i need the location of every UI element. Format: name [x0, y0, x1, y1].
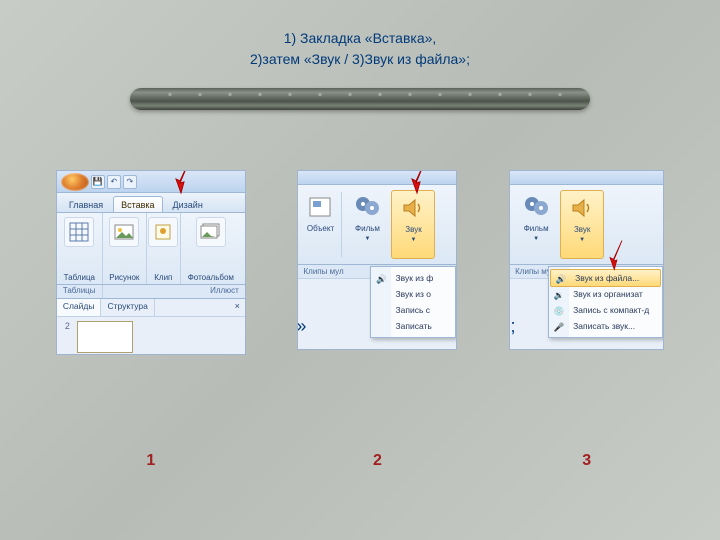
menu-sound-from-file[interactable]: 🔊Звук из файла... — [550, 269, 661, 287]
speaker-icon — [398, 193, 428, 223]
menu-record-from-cd[interactable]: Запись с — [371, 302, 455, 318]
ribbon-btn-album[interactable]: Фотоальбом — [181, 213, 241, 284]
speaker-icon — [567, 193, 597, 223]
step-number-1: 1 — [56, 452, 246, 470]
ribbon-btn-sound[interactable]: Звук▼ — [560, 190, 604, 259]
chevron-down-icon: ▼ — [365, 236, 371, 242]
step-numbers: 1 2 3 — [0, 452, 720, 470]
ribbon-btn-table[interactable]: Таблица — [57, 213, 103, 284]
instruction-title: 1) Закладка «Вставка», 2)затем «Звук / 3… — [0, 0, 720, 70]
screenshot-3: Фильм▼ Звук▼ Клипы мул 🔊Звук из файла...… — [509, 170, 664, 350]
film-icon — [521, 192, 551, 222]
menu-record-sound[interactable]: 🎤Записать звук... — [549, 318, 662, 334]
background-text: вка» — [297, 316, 306, 337]
background-text: файла»; — [509, 316, 515, 337]
tab-home[interactable]: Главная — [61, 196, 111, 212]
menu-record-sound[interactable]: Записать — [371, 318, 455, 334]
chevron-down-icon: ▼ — [533, 236, 539, 242]
decorative-divider — [130, 88, 590, 110]
menu-sound-from-file[interactable]: 🔊Звук из ф — [371, 270, 455, 286]
sound-dropdown-menu: 🔊Звук из ф Звук из о Запись с Записать — [370, 266, 456, 338]
ribbon-insert: Таблица Рисунок Клип Фотоальбом — [57, 213, 245, 285]
ribbon-group-labels: Таблицы Иллюст — [57, 285, 245, 299]
save-icon[interactable]: 💾 — [91, 175, 105, 189]
slide-thumbnail[interactable] — [77, 321, 133, 353]
menu-sound-from-organizer[interactable]: Звук из о — [371, 286, 455, 302]
group-tables: Таблицы — [57, 285, 103, 298]
chevron-down-icon: ▼ — [579, 237, 585, 243]
ribbon-btn-movie[interactable]: Фильм▼ — [514, 190, 558, 259]
window-chrome — [510, 171, 663, 185]
tab-slides[interactable]: Слайды — [57, 299, 102, 316]
title-line-2: 2)затем «Звук / 3)Звук из файла»; — [0, 49, 720, 70]
undo-icon[interactable]: ↶ — [107, 175, 121, 189]
office-button[interactable] — [61, 173, 89, 191]
close-pane-button[interactable]: × — [230, 299, 245, 316]
ribbon-tabs: Главная Вставка Дизайн — [57, 193, 245, 213]
ribbon-btn-clip[interactable]: Клип — [147, 213, 181, 284]
table-icon — [64, 217, 94, 247]
tab-design[interactable]: Дизайн — [165, 196, 211, 212]
redo-icon[interactable]: ↷ — [123, 175, 137, 189]
picture-icon — [109, 217, 139, 247]
speaker-icon: 🔊 — [554, 272, 568, 286]
step-number-3: 3 — [509, 452, 664, 470]
tab-insert[interactable]: Вставка — [113, 196, 162, 212]
speaker-icon: 🔊 — [374, 272, 388, 286]
title-line-1: 1) Закладка «Вставка», — [0, 28, 720, 49]
slide-number: 2 — [61, 321, 74, 353]
menu-record-from-cd[interactable]: 💿Запись с компакт-д — [549, 302, 662, 318]
sound-dropdown-menu: 🔊Звук из файла... 🔉Звук из организат 💿За… — [548, 266, 663, 338]
object-icon — [305, 192, 335, 222]
group-illustrations: Иллюст — [103, 285, 245, 298]
window-chrome — [298, 171, 456, 185]
ribbon-btn-picture[interactable]: Рисунок — [103, 213, 147, 284]
speaker-icon: 🔉 — [552, 288, 566, 302]
red-arrow-icon — [607, 239, 626, 271]
cd-icon: 💿 — [552, 304, 566, 318]
ribbon-btn-sound[interactable]: Звук▼ — [391, 190, 435, 259]
menu-sound-from-organizer[interactable]: 🔉Звук из организат — [549, 286, 662, 302]
ribbon-media: Фильм▼ Звук▼ — [510, 185, 663, 265]
quick-access-toolbar: 💾 ↶ ↷ — [57, 171, 245, 193]
slide-pane-tabs: Слайды Структура × — [57, 299, 245, 317]
film-icon — [352, 192, 382, 222]
ribbon-btn-movie[interactable]: Фильм▼ — [345, 190, 389, 259]
chevron-down-icon: ▼ — [411, 237, 417, 243]
album-icon — [196, 217, 226, 247]
ribbon-btn-object[interactable]: Объект — [302, 190, 338, 259]
mic-icon: 🎤 — [552, 320, 566, 334]
screenshot-1: 💾 ↶ ↷ Главная Вставка Дизайн Таблица Рис… — [56, 170, 246, 355]
screenshot-2: Объект Фильм▼ Звук▼ Клипы мул 🔊Звук из ф… — [297, 170, 457, 350]
red-arrow-icon — [172, 170, 194, 195]
step-number-2: 2 — [297, 452, 457, 470]
ribbon-media: Объект Фильм▼ Звук▼ — [298, 185, 456, 265]
tab-outline[interactable]: Структура — [101, 299, 154, 316]
clip-icon — [148, 217, 178, 247]
red-arrow-icon — [408, 170, 430, 195]
slide-thumbnails: 2 — [57, 317, 245, 355]
